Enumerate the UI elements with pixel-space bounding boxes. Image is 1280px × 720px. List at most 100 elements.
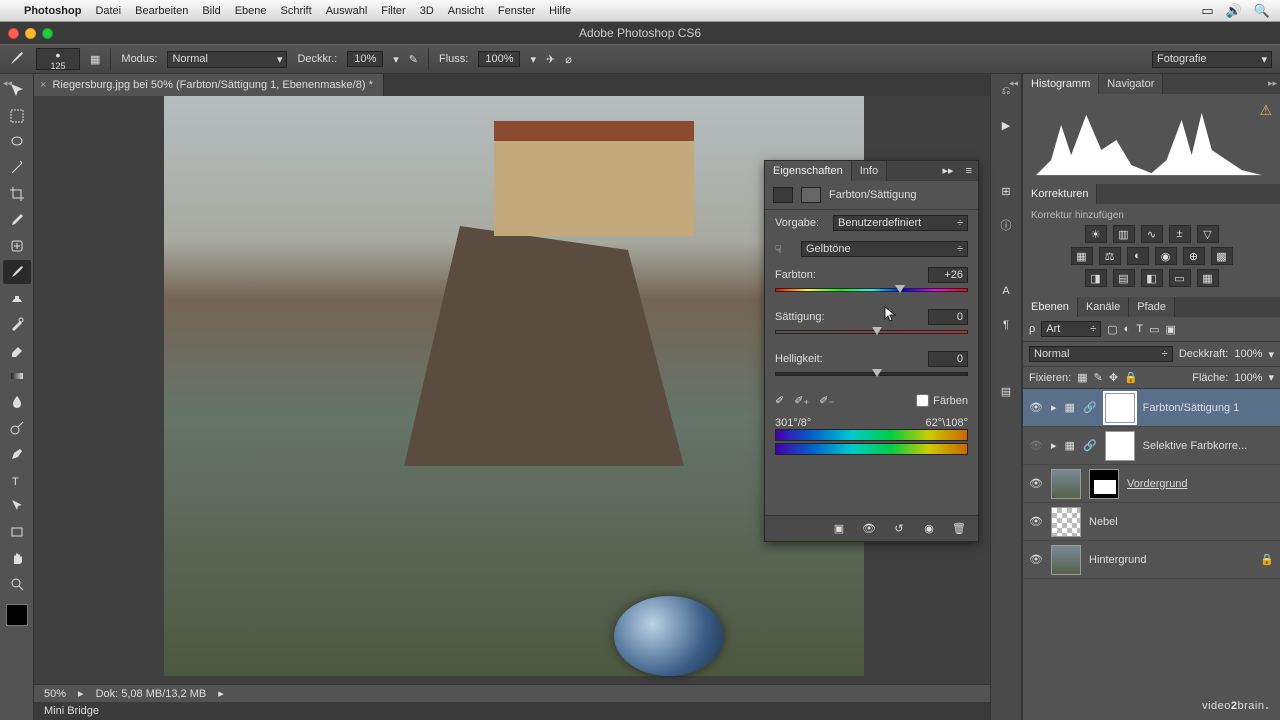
collapse-right-icon[interactable]: ▸▸: [1268, 78, 1277, 89]
brush-tool-icon[interactable]: [3, 260, 31, 284]
levels-icon[interactable]: ▥: [1113, 225, 1135, 243]
status-play-icon[interactable]: ▸: [218, 687, 224, 700]
channel-select[interactable]: Gelbtöne÷: [801, 241, 968, 257]
vibrance-icon[interactable]: ▽: [1197, 225, 1219, 243]
filter-adjust-icon[interactable]: ◐: [1124, 323, 1131, 335]
hue-sat-icon[interactable]: ▦: [1071, 247, 1093, 265]
clone-stamp-tool-icon[interactable]: [3, 286, 31, 310]
menu-hilfe[interactable]: Hilfe: [549, 5, 571, 17]
opacity-dropdown-icon[interactable]: ▾: [393, 53, 399, 66]
spectrum-top[interactable]: [775, 429, 968, 441]
eraser-tool-icon[interactable]: [3, 338, 31, 362]
path-selection-tool-icon[interactable]: [3, 494, 31, 518]
posterize-icon[interactable]: ▤: [1113, 269, 1135, 287]
opacity-value[interactable]: 10%: [347, 51, 383, 67]
workspace-select[interactable]: Fotografie▾: [1152, 51, 1272, 68]
lock-position-icon[interactable]: ✥: [1109, 371, 1118, 384]
gradient-tool-icon[interactable]: [3, 364, 31, 388]
layer-name[interactable]: Nebel: [1089, 516, 1274, 528]
hue-slider[interactable]: [775, 288, 968, 296]
layer-row[interactable]: 👁 Vordergrund: [1023, 465, 1280, 503]
eyedropper-subtract-icon[interactable]: ✐₋: [819, 394, 834, 407]
layer-thumb[interactable]: [1051, 507, 1081, 537]
targeted-adjust-icon[interactable]: ☟: [775, 243, 795, 256]
zoom-tool-icon[interactable]: [3, 572, 31, 596]
flow-dropdown-icon[interactable]: ▾: [530, 53, 536, 66]
menu-datei[interactable]: Datei: [95, 5, 121, 17]
healing-brush-tool-icon[interactable]: [3, 234, 31, 258]
menu-bild[interactable]: Bild: [202, 5, 220, 17]
close-tab-icon[interactable]: ×: [40, 79, 46, 91]
color-lookup-icon[interactable]: ▩: [1211, 247, 1233, 265]
brush-panel-toggle-icon[interactable]: ▦: [90, 53, 100, 66]
status-arrow-icon[interactable]: ▸: [78, 687, 84, 700]
history-brush-tool-icon[interactable]: [3, 312, 31, 336]
hue-value[interactable]: +26: [928, 267, 968, 283]
fill-value[interactable]: 100%: [1234, 372, 1262, 384]
menu-bearbeiten[interactable]: Bearbeiten: [135, 5, 188, 17]
curves-icon[interactable]: ∿: [1141, 225, 1163, 243]
tab-pfade[interactable]: Pfade: [1129, 297, 1175, 317]
exposure-icon[interactable]: ±: [1169, 225, 1191, 243]
channel-mixer-icon[interactable]: ⊕: [1183, 247, 1205, 265]
mini-bridge-tab[interactable]: Mini Bridge: [34, 702, 990, 720]
eyedropper-icon[interactable]: ✐: [775, 394, 784, 407]
zoom-level[interactable]: 50%: [44, 688, 66, 700]
layer-name[interactable]: Farbton/Sättigung 1: [1143, 402, 1274, 414]
photo-filter-icon[interactable]: ◉: [1155, 247, 1177, 265]
filter-pixel-icon[interactable]: ▢: [1107, 323, 1117, 336]
mask-icon[interactable]: [801, 187, 821, 203]
lasso-tool-icon[interactable]: [3, 130, 31, 154]
layer-row[interactable]: 👁 Nebel: [1023, 503, 1280, 541]
paragraph-panel-icon[interactable]: ¶: [995, 314, 1017, 336]
saturation-slider[interactable]: [775, 330, 968, 338]
tab-histogramm[interactable]: Histogramm: [1023, 74, 1099, 94]
tab-navigator[interactable]: Navigator: [1099, 74, 1163, 94]
tab-korrekturen[interactable]: Korrekturen: [1023, 184, 1097, 204]
layer-row[interactable]: 👁 ▸▦🔗 Farbton/Sättigung 1: [1023, 389, 1280, 427]
layer-mask-thumb[interactable]: [1105, 393, 1135, 423]
actions-panel-icon[interactable]: ▶: [995, 114, 1017, 136]
collapse-mid-icon[interactable]: ◂◂: [1009, 78, 1018, 89]
hand-tool-icon[interactable]: [3, 546, 31, 570]
menu-schrift[interactable]: Schrift: [281, 5, 312, 17]
filter-shape-icon[interactable]: ▭: [1149, 323, 1159, 336]
layer-row[interactable]: 👁 Hintergrund 🔒: [1023, 541, 1280, 579]
document-tab[interactable]: × Riegersburg.jpg bei 50% (Farbton/Sätti…: [34, 74, 384, 96]
character-panel-icon[interactable]: A: [995, 280, 1017, 302]
menu-fenster[interactable]: Fenster: [498, 5, 535, 17]
layer-name[interactable]: Selektive Farbkorre...: [1143, 440, 1274, 452]
visibility-toggle-icon[interactable]: 👁: [1029, 553, 1043, 567]
color-balance-icon[interactable]: ⚖: [1099, 247, 1121, 265]
filter-smart-icon[interactable]: ▣: [1165, 323, 1175, 336]
collapse-panel-icon[interactable]: ▸▸: [937, 164, 960, 177]
lightness-slider[interactable]: [775, 372, 968, 380]
layer-row[interactable]: 👁 ▸▦🔗 Selektive Farbkorre...: [1023, 427, 1280, 465]
view-previous-icon[interactable]: 👁: [860, 522, 878, 536]
info-panel-icon[interactable]: ⓘ: [995, 214, 1017, 236]
layer-name[interactable]: Vordergrund: [1127, 478, 1274, 490]
flow-value[interactable]: 100%: [478, 51, 520, 67]
minimize-window-button[interactable]: [25, 28, 36, 39]
layer-mask-thumb[interactable]: [1105, 431, 1135, 461]
layer-thumb[interactable]: [1051, 545, 1081, 575]
tablet-pressure-opacity-icon[interactable]: ✎: [409, 53, 418, 66]
lock-transparency-icon[interactable]: ▦: [1077, 371, 1087, 384]
preset-select[interactable]: Benutzerdefiniert÷: [833, 215, 968, 231]
tab-kanaele[interactable]: Kanäle: [1078, 297, 1129, 317]
invert-icon[interactable]: ◨: [1085, 269, 1107, 287]
blend-mode-select[interactable]: Normal▾: [167, 51, 287, 68]
histogram-warning-icon[interactable]: ⚠: [1259, 102, 1272, 119]
tablet-pressure-size-icon[interactable]: ⌀: [565, 53, 572, 66]
toggle-visibility-icon[interactable]: ◉: [920, 522, 938, 536]
airbrush-icon[interactable]: ✈: [546, 53, 555, 66]
brush-tool-icon[interactable]: [8, 49, 26, 70]
visibility-toggle-icon[interactable]: 👁: [1029, 477, 1043, 491]
lock-pixels-icon[interactable]: ✎: [1094, 371, 1103, 384]
filter-type-icon[interactable]: T: [1136, 323, 1143, 335]
spotlight-icon[interactable]: 🔍: [1254, 3, 1270, 19]
zoom-window-button[interactable]: [42, 28, 53, 39]
tab-info[interactable]: Info: [852, 161, 887, 181]
type-tool-icon[interactable]: T: [3, 468, 31, 492]
visibility-toggle-icon[interactable]: 👁: [1029, 515, 1043, 529]
